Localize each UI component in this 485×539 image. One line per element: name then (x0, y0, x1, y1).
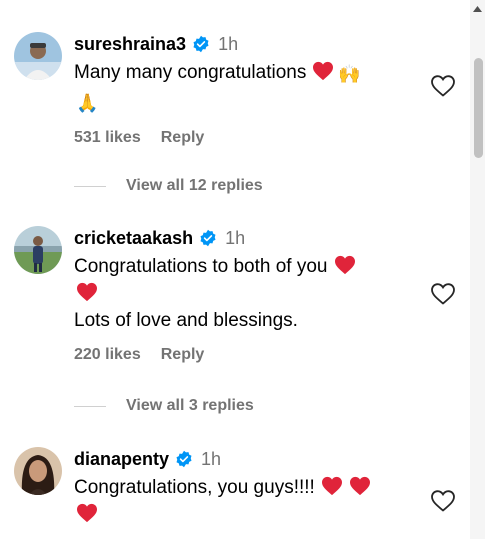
comment-header: cricketaakash 1h (74, 226, 404, 250)
red-heart-emoji-icon (349, 476, 370, 496)
view-replies-label[interactable]: View all 12 replies (126, 177, 263, 195)
comment-line: Many many congratulations (74, 62, 307, 83)
raising-hands-emoji-icon: 🙌 (338, 64, 361, 84)
avatar[interactable] (14, 447, 62, 495)
scroll-up-arrow-icon[interactable] (472, 4, 483, 14)
red-heart-emoji-icon (77, 282, 97, 302)
likes-count[interactable]: 220 likes (74, 346, 141, 364)
username[interactable]: cricketaakash (74, 228, 193, 249)
view-replies-link[interactable]: View all 3 replies (74, 397, 254, 415)
comment-actions: 220 likes Reply (74, 346, 404, 364)
username[interactable]: dianapenty (74, 449, 169, 470)
username[interactable]: sureshraina3 (74, 34, 186, 55)
divider (74, 185, 106, 187)
avatar[interactable] (14, 32, 62, 80)
reply-button[interactable]: Reply (161, 129, 205, 147)
comment-header: dianapenty 1h (74, 447, 404, 471)
heart-outline-icon[interactable] (430, 282, 456, 306)
reply-button[interactable]: Reply (161, 346, 205, 364)
red-heart-emoji-icon (334, 255, 355, 275)
comment-header: sureshraina3 1h (74, 32, 404, 56)
timestamp: 1h (218, 33, 239, 54)
heart-outline-icon[interactable] (430, 489, 456, 513)
comment-text: Congratulations to both of you Lots of l… (74, 253, 404, 334)
comment-body: sureshraina3 1h Many many congratulation… (74, 32, 404, 147)
verified-badge-icon (193, 35, 209, 53)
divider (74, 405, 106, 407)
red-heart-emoji-icon (321, 476, 342, 496)
scrollbar[interactable] (470, 0, 485, 539)
comment-text: Congratulations, you guys!!!! (74, 474, 404, 528)
verified-badge-icon (176, 450, 192, 468)
comment-line: Congratulations to both of you (74, 256, 328, 277)
likes-count[interactable]: 531 likes (74, 129, 141, 147)
view-replies-link[interactable]: View all 12 replies (74, 177, 263, 195)
comment-text: Many many congratulations 🙌 🙏 (74, 59, 404, 117)
comments-list: sureshraina3 1h Many many congratulation… (0, 0, 470, 539)
comment-actions: 531 likes Reply (74, 129, 404, 147)
timestamp: 1h (201, 448, 222, 469)
red-heart-emoji-icon (77, 503, 97, 523)
comment-body: dianapenty 1h Congratulations, you guys!… (74, 447, 404, 528)
avatar[interactable] (14, 226, 62, 274)
timestamp: 1h (225, 227, 246, 248)
heart-outline-icon[interactable] (430, 74, 456, 98)
verified-badge-icon (200, 229, 216, 247)
scrollbar-thumb[interactable] (474, 58, 483, 158)
comment-line: Congratulations, you guys!!!! (74, 477, 315, 498)
comment-line: Lots of love and blessings. (74, 310, 298, 331)
view-replies-label[interactable]: View all 3 replies (126, 397, 254, 415)
comment-body: cricketaakash 1h Congratulations to both… (74, 226, 404, 364)
red-heart-emoji-icon (313, 61, 334, 81)
folded-hands-emoji-icon: 🙏 (76, 93, 99, 113)
